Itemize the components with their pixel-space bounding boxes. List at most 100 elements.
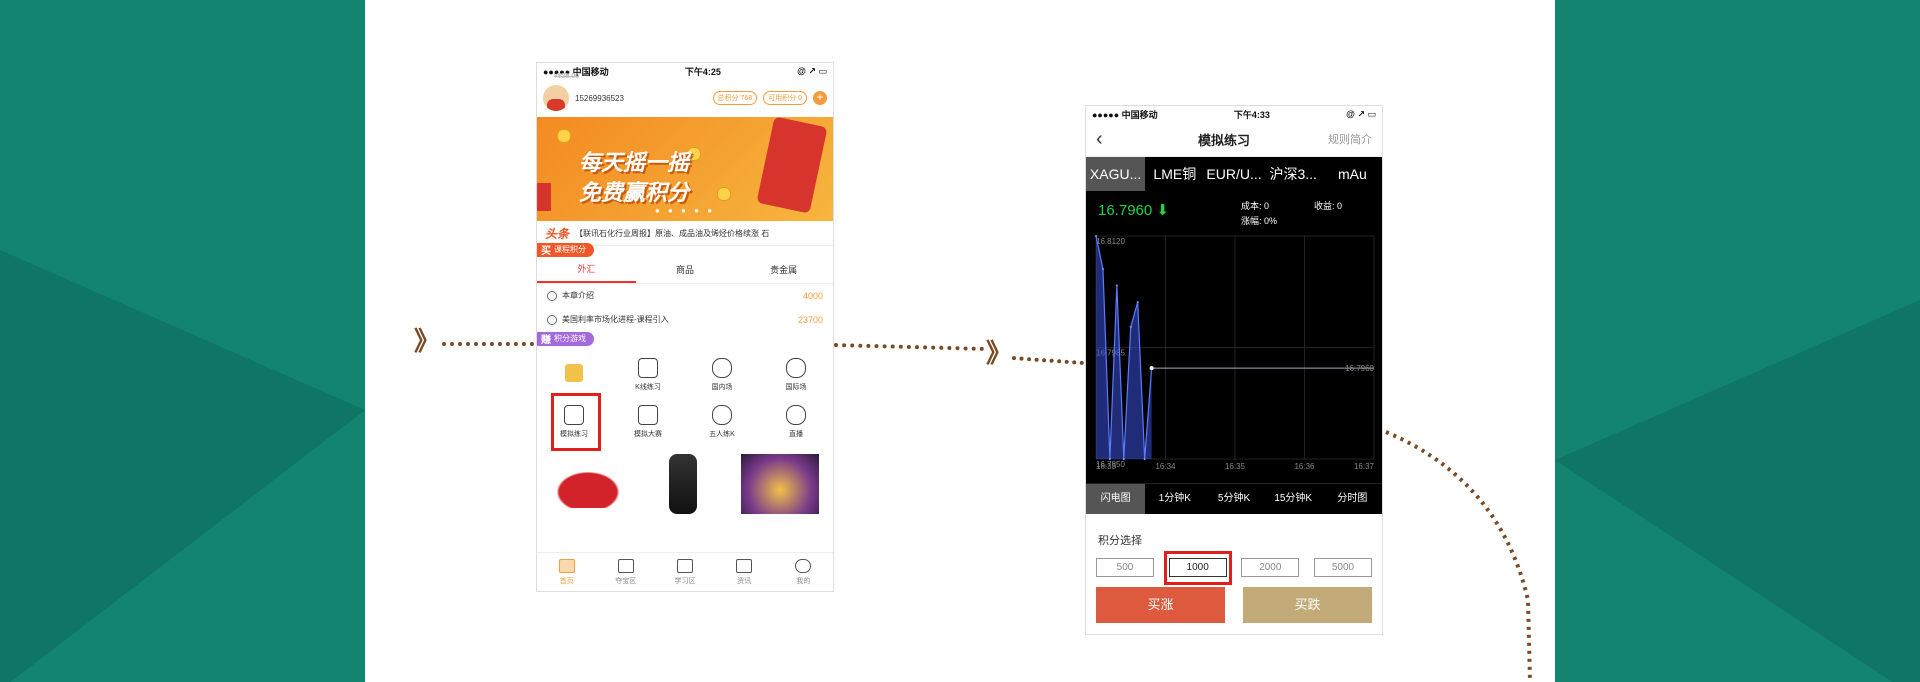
- game-tag: 赚 积分游戏: [537, 331, 594, 346]
- points-option-selected[interactable]: 1000: [1163, 551, 1232, 585]
- profit-label: 收益: 0: [1314, 201, 1343, 211]
- status-bar: ●●●●● 中国移动 下午4:25 @ ↗ ▭: [537, 63, 833, 79]
- points-select-label: 积分选择: [1098, 535, 1142, 547]
- y-tick-label: 16.8120: [1096, 237, 1125, 246]
- market-tab[interactable]: EUR/U...: [1204, 166, 1263, 182]
- trophy-icon: [638, 405, 658, 425]
- data-point: [1115, 284, 1118, 287]
- period-tab[interactable]: 分时图: [1323, 484, 1382, 514]
- course-points: 23700: [797, 314, 823, 325]
- points-option[interactable]: 5000: [1313, 558, 1372, 577]
- period-tab[interactable]: 闪电图: [1086, 484, 1146, 514]
- phone-home-screen: ●●●●● 中国移动 下午4:25 @ ↗ ▭ 15269936523 总积分 …: [536, 62, 834, 592]
- time-label: 下午4:25: [684, 66, 721, 77]
- book-icon: [677, 558, 693, 573]
- buy-up-button[interactable]: 买涨: [1096, 587, 1225, 623]
- banner-pager[interactable]: ● ● ● ● ●: [537, 206, 833, 215]
- cost-label: 成本: 0: [1241, 201, 1270, 211]
- market-tab[interactable]: XAGU...: [1086, 157, 1146, 191]
- add-points-button[interactable]: +: [813, 91, 827, 105]
- game-five-k[interactable]: 五人练K: [685, 399, 759, 446]
- available-points-badge[interactable]: 可用积分 0: [763, 91, 807, 105]
- tabbar-label: 首页: [559, 577, 574, 585]
- tabbar-home[interactable]: 首页: [537, 553, 596, 591]
- data-point: [1095, 235, 1097, 237]
- flash-chart-svg: 16:33 16:34 16:35 16:36 16:3716.812016.79851…: [1095, 235, 1375, 471]
- avatar[interactable]: [543, 85, 569, 111]
- market-tab[interactable]: 沪深3...: [1264, 164, 1323, 184]
- product-poster-image[interactable]: [741, 453, 819, 514]
- points-options: 500 1000 2000 5000: [1086, 551, 1382, 585]
- product-watch-image[interactable]: [669, 453, 697, 514]
- status-icons: @ ↗ ▭: [1346, 108, 1376, 119]
- stats-block: 成本: 0 涨幅: 0%: [1241, 199, 1277, 229]
- game-mascot[interactable]: [537, 352, 611, 399]
- rules-link[interactable]: 规则简介: [1312, 131, 1372, 147]
- course-points: 4000: [802, 290, 823, 301]
- game-label: 直播: [789, 431, 803, 438]
- news-head: 头条: [545, 226, 570, 241]
- tabbar-me[interactable]: 我的: [774, 553, 833, 591]
- tabbar-label: 夺宝区: [615, 577, 637, 585]
- tabbar-study[interactable]: 学习区: [655, 553, 714, 591]
- current-price-label: 16.7960: [1345, 364, 1374, 373]
- play-icon: [786, 405, 806, 425]
- tab-commodity[interactable]: 商品: [636, 258, 735, 282]
- points-option[interactable]: 500: [1096, 558, 1154, 577]
- tabbar-news[interactable]: 资讯: [715, 553, 774, 591]
- banner-title-2: 免费赢积分: [579, 180, 690, 205]
- tabbar-label: 学习区: [674, 577, 696, 585]
- product-car-image[interactable]: [551, 467, 625, 508]
- buy-down-button[interactable]: 买跌: [1243, 587, 1372, 623]
- market-tab[interactable]: LME铜: [1145, 164, 1204, 184]
- chart-icon: [638, 358, 658, 378]
- game-simulation[interactable]: 模拟练习: [537, 392, 611, 451]
- game-kline[interactable]: K线练习: [611, 352, 685, 399]
- tabbar-label: 我的: [796, 577, 811, 585]
- promo-banner[interactable]: 每天摇一摇 免费赢积分 ● ● ● ● ●: [537, 117, 833, 221]
- market-tab[interactable]: mAu: [1323, 166, 1382, 182]
- tabbar-treasure[interactable]: 夺宝区: [596, 553, 655, 591]
- trade-buttons: 买涨 买跌: [1086, 577, 1382, 623]
- data-point: [1129, 325, 1132, 328]
- tab-forex[interactable]: 外汇: [537, 257, 636, 283]
- period-tab[interactable]: 15分钟K: [1264, 484, 1323, 514]
- play-icon: [547, 314, 557, 325]
- coin-icon: [687, 147, 701, 161]
- course-item[interactable]: 美国利率市场化进程-课程引入 23700 ¥178.00: [537, 73, 833, 332]
- ingot-icon: [617, 558, 634, 573]
- course-item[interactable]: 本章介绍 4000 ¥30.00: [537, 73, 833, 308]
- period-tab[interactable]: 1分钟K: [1145, 484, 1204, 514]
- user-icon: [795, 558, 812, 573]
- current-price: 16.7960 ⬇: [1098, 202, 1169, 219]
- game-international[interactable]: 国际场: [759, 352, 833, 399]
- tab-metal[interactable]: 贵金属: [734, 258, 833, 282]
- period-tabs: 闪电图 1分钟K 5分钟K 15分钟K 分时图: [1086, 483, 1382, 514]
- game-label: K线练习: [635, 384, 661, 391]
- total-points-badge[interactable]: 总积分 768: [712, 91, 758, 105]
- banner-title-1: 每天摇一摇: [579, 150, 690, 175]
- game-grid: K线练习 国内场 国际场 模拟练习 模拟大赛 五人练K 直播: [537, 346, 833, 451]
- play-icon: [547, 290, 557, 301]
- page-title: 模拟练习: [1197, 132, 1250, 148]
- game-live[interactable]: 直播: [759, 399, 833, 446]
- status-icons: @ ↗ ▭: [797, 65, 827, 76]
- buy-icon: 买: [541, 246, 551, 257]
- game-contest[interactable]: 模拟大赛: [611, 399, 685, 446]
- nav-bar: ‹ 模拟练习 规则简介: [1086, 122, 1382, 157]
- points-option[interactable]: 2000: [1241, 558, 1300, 577]
- flow-chevron-mid: 》: [986, 338, 1013, 368]
- change-label: 涨幅: 0%: [1241, 216, 1278, 226]
- market-tabs: XAGU... LME铜 EUR/U... 沪深3... mAu: [1086, 157, 1382, 191]
- mascot-icon: [565, 364, 583, 382]
- y-tick-label: 16.7850: [1096, 460, 1125, 469]
- data-point: [1136, 301, 1139, 304]
- game-domestic[interactable]: 国内场: [685, 352, 759, 399]
- china-map-icon: [712, 358, 732, 378]
- course-tag-label: 课程积分: [554, 245, 586, 254]
- news-icon: [736, 558, 753, 573]
- user-row: 15269936523 总积分 768 可用积分 0 +: [537, 79, 833, 117]
- user-phone: 15269936523: [575, 93, 624, 103]
- period-tab[interactable]: 5分钟K: [1204, 484, 1263, 514]
- back-button[interactable]: ‹: [1096, 128, 1136, 151]
